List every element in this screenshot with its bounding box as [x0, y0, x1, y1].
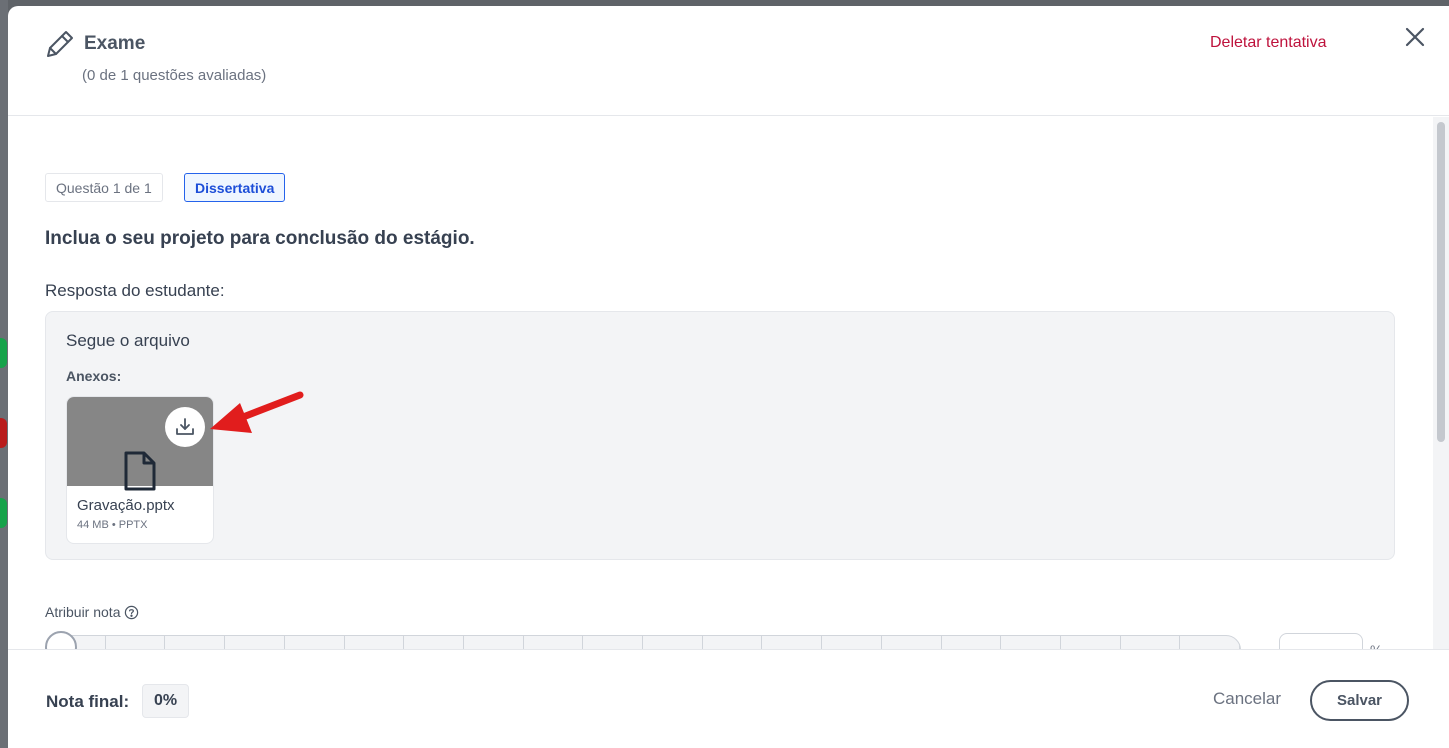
file-name: Gravação.pptx	[77, 497, 175, 514]
file-icon	[124, 451, 156, 491]
download-button[interactable]	[165, 407, 205, 447]
slider-ticks	[46, 636, 1240, 649]
grade-label: Atribuir nota	[45, 604, 139, 620]
modal-header: Exame (0 de 1 questões avaliadas) Deleta…	[8, 6, 1449, 116]
answer-label: Resposta do estudante:	[45, 281, 225, 300]
question-type-badge: Dissertativa	[184, 173, 286, 202]
scrollbar-thumb[interactable]	[1437, 122, 1445, 442]
question-title: Inclua o seu projeto para conclusão do e…	[45, 228, 475, 249]
question-counter: Questão 1 de 1	[45, 173, 163, 202]
slider-handle[interactable]	[45, 631, 77, 649]
percent-sign: %	[1370, 642, 1382, 649]
modal-content[interactable]: Questão 1 de 1 Dissertativa Inclua o seu…	[8, 117, 1433, 649]
file-meta: 44 MB • PPTX	[77, 519, 148, 531]
download-icon	[176, 418, 194, 435]
help-icon[interactable]	[124, 605, 139, 620]
grading-modal: Exame (0 de 1 questões avaliadas) Deleta…	[8, 6, 1449, 748]
modal-title: Exame	[84, 33, 146, 54]
cancel-button[interactable]: Cancelar	[1213, 689, 1281, 709]
grade-percent-input[interactable]	[1279, 633, 1363, 649]
final-grade-value: 0%	[142, 684, 190, 718]
close-icon[interactable]	[1402, 24, 1428, 50]
evaluated-count: (0 de 1 questões avaliadas)	[82, 67, 267, 84]
backdrop-chip	[0, 338, 7, 368]
delete-attempt-link[interactable]: Deletar tentativa	[1210, 34, 1327, 52]
attachment-card[interactable]: Gravação.pptx 44 MB • PPTX	[66, 396, 214, 544]
save-button[interactable]: Salvar	[1310, 680, 1409, 721]
final-grade-label: Nota final:	[46, 692, 130, 711]
grade-label-text: Atribuir nota	[45, 604, 121, 620]
grade-slider[interactable]	[45, 635, 1241, 649]
arrow-annotation	[210, 391, 304, 433]
backdrop-chip	[0, 498, 7, 528]
page-backdrop	[0, 0, 8, 748]
modal-footer: Nota final: 0% Cancelar Salvar	[8, 649, 1449, 748]
file-preview	[67, 397, 213, 491]
answer-text: Segue o arquivo	[66, 331, 190, 350]
attachments-label: Anexos:	[66, 368, 122, 384]
backdrop-chip	[0, 418, 7, 448]
pencil-icon	[47, 31, 73, 57]
